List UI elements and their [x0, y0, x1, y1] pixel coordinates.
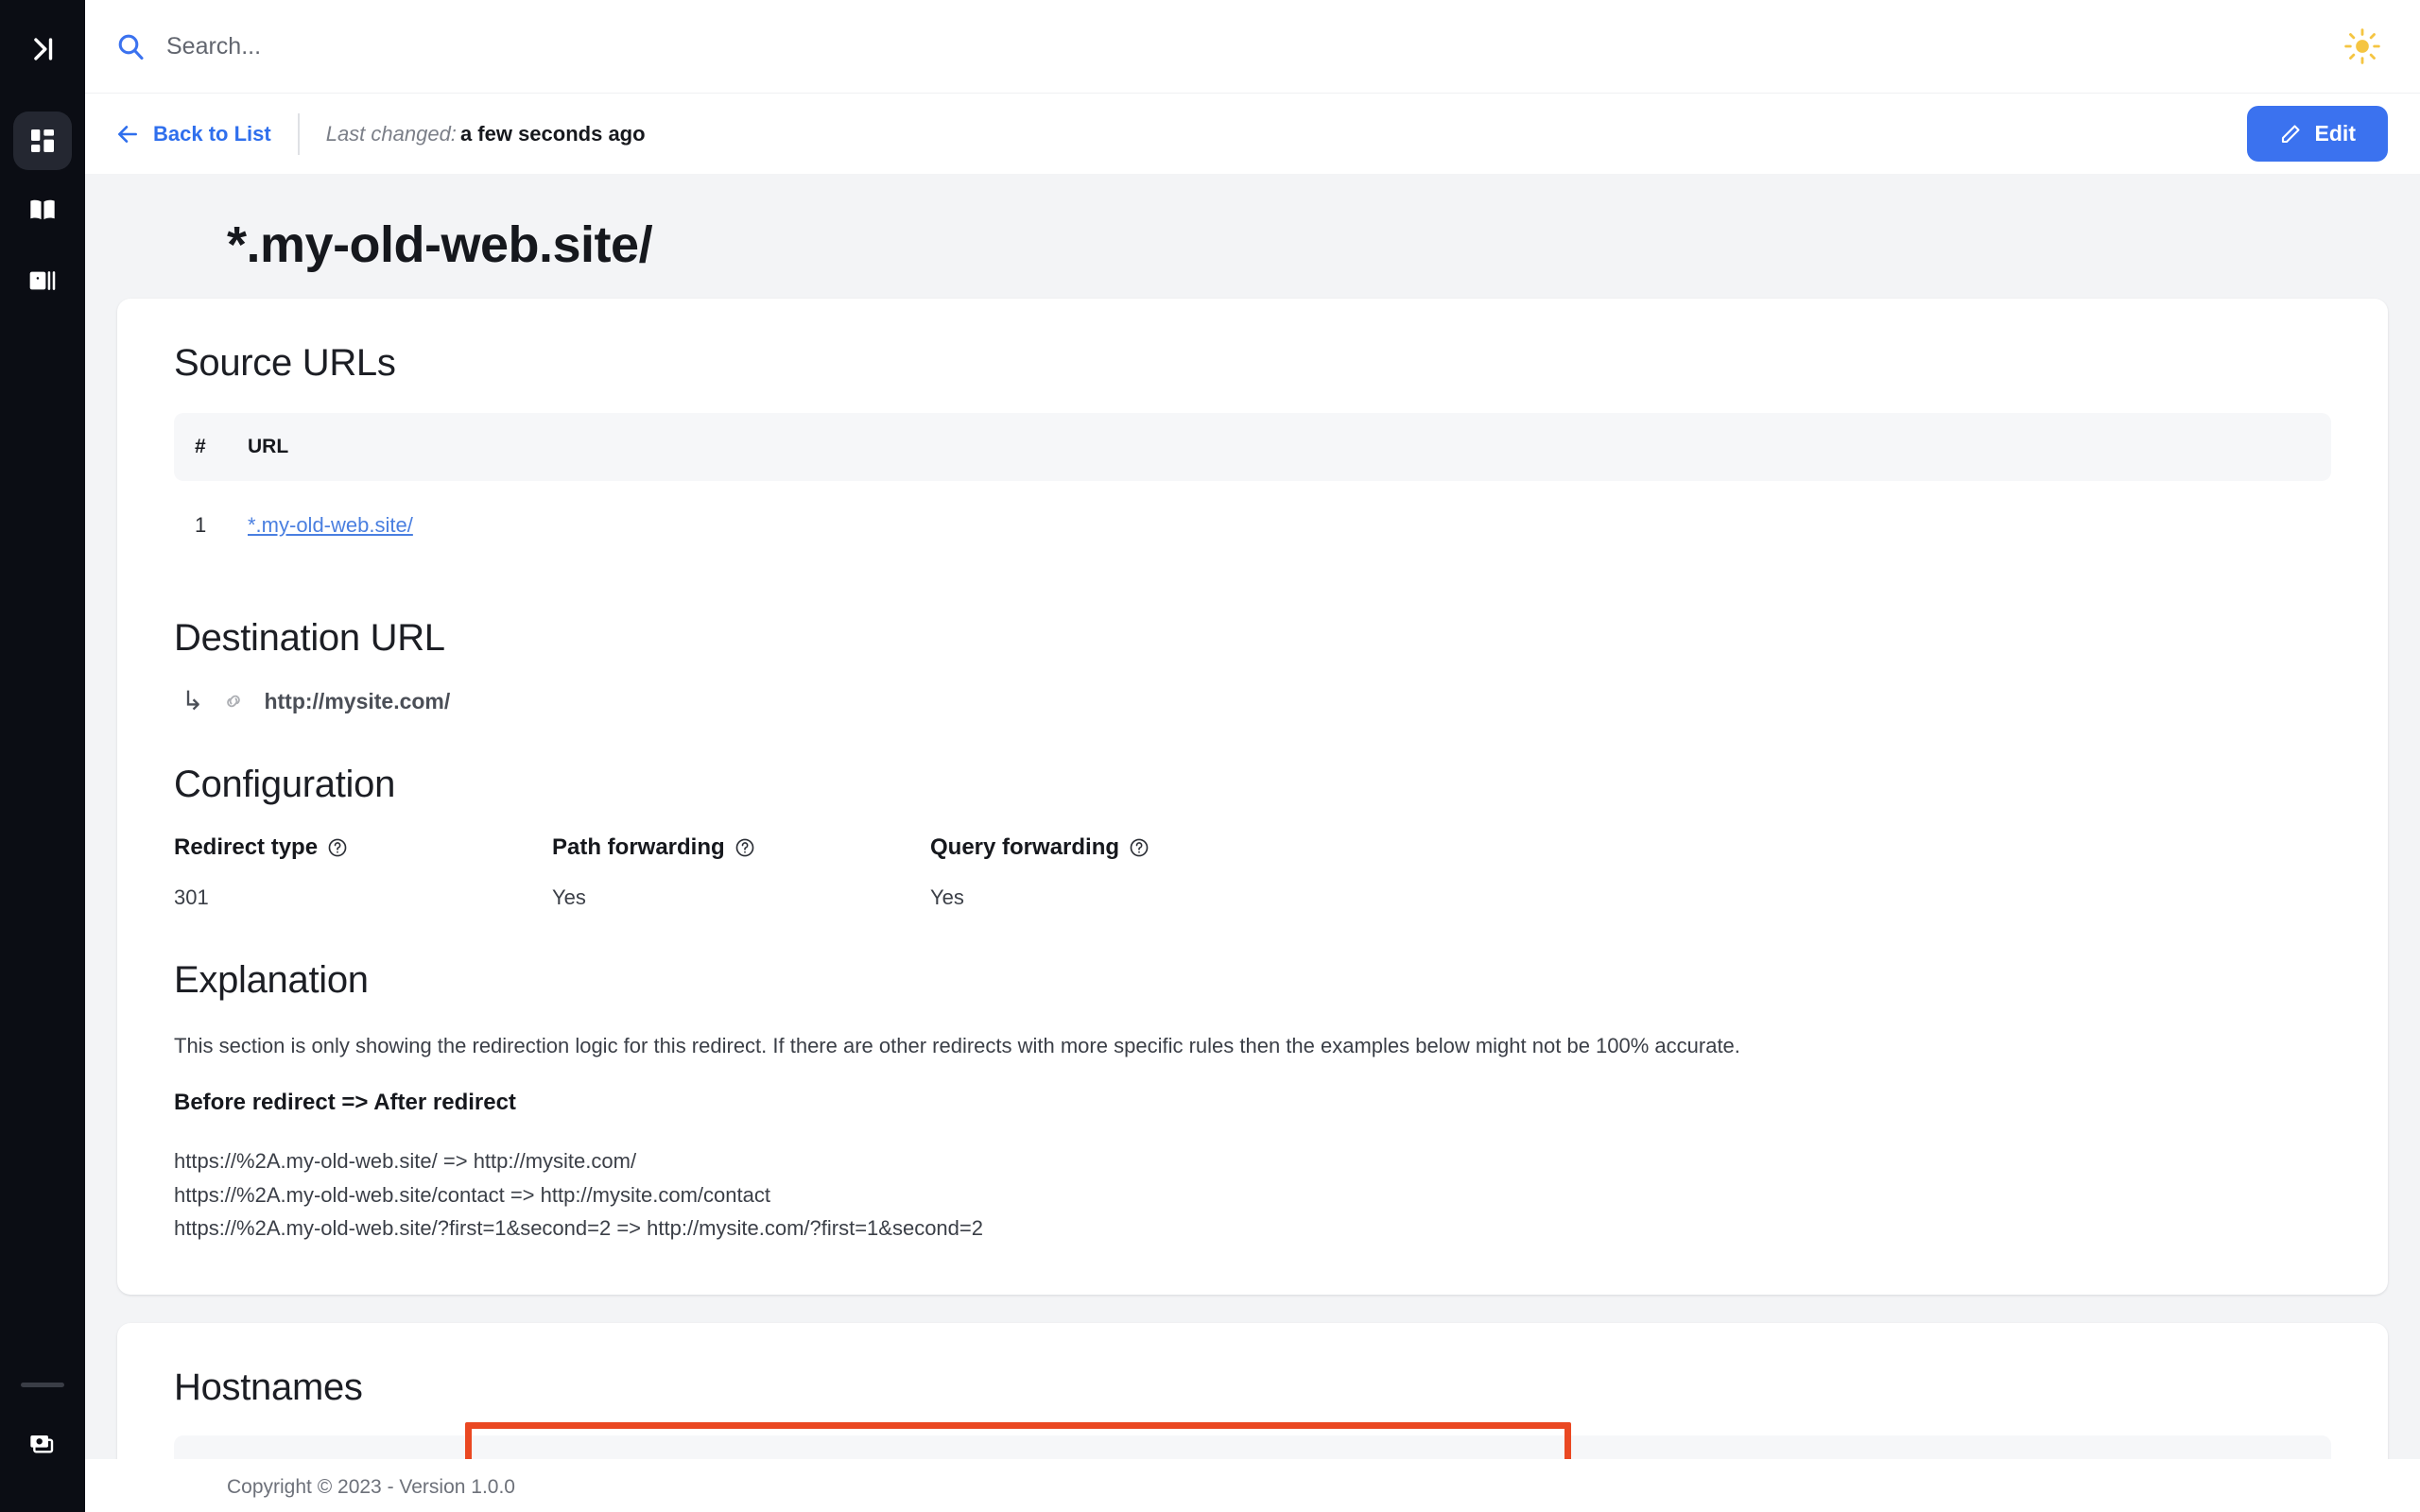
- book-icon: [30, 199, 55, 220]
- config-value-query-forwarding: Yes: [930, 885, 964, 909]
- hostnames-thead: Domain Detected Required DNS status: [174, 1435, 2331, 1459]
- config-label-text: Path forwarding: [552, 834, 725, 860]
- main-area: Back to List Last changed:a few seconds …: [85, 0, 2420, 1512]
- table-row: 1 *.my-old-web.site/: [174, 481, 2331, 570]
- source-url-index: 1: [195, 513, 207, 537]
- arrow-left-icon: [118, 125, 137, 143]
- config-field-redirect-type: Redirect type 301: [174, 834, 552, 910]
- explanation-subheading: Before redirect => After redirect: [174, 1090, 516, 1115]
- last-changed: Last changed: a few seconds ago: [326, 122, 646, 146]
- redirect-detail-card: Source URLs # URL 1 *.my-old-web.site/ D…: [117, 299, 2388, 1295]
- source-urls-table: # URL 1 *.my-old-web.site/: [174, 413, 2331, 570]
- column-header-detected: Detected: [476, 1435, 703, 1459]
- sidebar-item-billing[interactable]: [13, 1416, 72, 1474]
- source-url-link[interactable]: *.my-old-web.site/: [248, 513, 413, 537]
- sidebar: [0, 0, 85, 1512]
- config-field-query-forwarding: Query forwarding Yes: [930, 834, 2331, 910]
- config-label-text: Query forwarding: [930, 834, 1120, 860]
- source-urls-tbody: 1 *.my-old-web.site/: [174, 481, 2331, 570]
- destination-url-value: http://mysite.com/: [264, 688, 451, 713]
- source-url-cell: *.my-old-web.site/: [248, 481, 2331, 570]
- column-header-domain: Domain: [174, 1435, 476, 1459]
- top-bar: [85, 0, 2420, 93]
- last-changed-label: Last changed:: [325, 121, 457, 146]
- content-scroll-area[interactable]: *.my-old-web.site/ Source URLs # URL 1 *…: [85, 174, 2420, 1459]
- sidebar-divider: [21, 1383, 64, 1387]
- config-label-redirect-type: Redirect type: [174, 834, 552, 861]
- search-input[interactable]: [166, 32, 734, 60]
- help-icon[interactable]: [327, 837, 348, 858]
- search-bar[interactable]: [115, 31, 2337, 61]
- example-line: https://%2A.my-old-web.site/contact => h…: [174, 1182, 770, 1207]
- config-field-path-forwarding: Path forwarding Yes: [552, 834, 930, 910]
- explanation-note: This section is only showing the redirec…: [174, 1034, 1740, 1057]
- action-bar: Back to List Last changed: a few seconds …: [85, 93, 2420, 174]
- column-header-url: URL: [248, 413, 2331, 481]
- explanation-heading: Explanation: [174, 959, 369, 1001]
- action-bar-separator: [297, 112, 300, 155]
- example-line: https://%2A.my-old-web.site/ => http://m…: [174, 1149, 637, 1173]
- table-header-row: # URL: [174, 413, 2331, 481]
- explanation-examples: https://%2A.my-old-web.site/ => http://m…: [174, 1144, 2331, 1246]
- column-header-index: #: [174, 413, 248, 481]
- back-to-list-label: Back to List: [153, 121, 271, 146]
- hostnames-heading: Hostnames: [174, 1366, 363, 1408]
- sidebar-bottom: [0, 1383, 85, 1486]
- sun-icon: [2344, 28, 2380, 64]
- corner-arrow-icon: ↳: [182, 686, 204, 715]
- config-value-path-forwarding: Yes: [552, 885, 586, 909]
- app-root: Back to List Last changed:a few seconds …: [0, 0, 2420, 1512]
- edit-button-label: Edit: [2314, 121, 2356, 146]
- config-label-path-forwarding: Path forwarding: [552, 834, 930, 861]
- column-header-required: Required: [703, 1435, 1556, 1459]
- hostnames-table: Domain Detected Required DNS status *.my…: [174, 1435, 2331, 1459]
- configuration-grid: Redirect type 301 Path forwarding Yes Qu…: [174, 834, 2331, 910]
- destination-url-row: ↳ http://mysite.com/: [174, 688, 2331, 714]
- sidebar-item-docs[interactable]: [13, 181, 72, 240]
- last-changed-value: a few seconds ago: [459, 121, 646, 146]
- sidebar-item-contacts[interactable]: [13, 251, 72, 310]
- grid-icon: [31, 129, 54, 152]
- hostnames-card: Hostnames Domain Detected Required DNS s…: [117, 1322, 2388, 1459]
- pencil-icon: [2281, 124, 2300, 143]
- column-header-dns-status: DNS status: [1556, 1435, 2331, 1459]
- footer: Copyright © 2023 - Version 1.0.0: [85, 1459, 2420, 1512]
- theme-toggle-button[interactable]: [2337, 21, 2388, 72]
- source-urls-heading: Source URLs: [174, 342, 396, 384]
- collapse-icon: [34, 38, 53, 60]
- config-label-text: Redirect type: [174, 834, 319, 860]
- help-icon[interactable]: [735, 837, 755, 858]
- id-card-icon: [29, 271, 56, 290]
- config-label-query-forwarding: Query forwarding: [930, 834, 2331, 861]
- cards-icon: [30, 1435, 54, 1453]
- sidebar-item-dashboard[interactable]: [13, 112, 72, 170]
- back-to-list-link[interactable]: Back to List: [115, 122, 298, 146]
- config-value-redirect-type: 301: [174, 885, 209, 909]
- configuration-heading: Configuration: [174, 764, 396, 805]
- destination-url-heading: Destination URL: [174, 617, 445, 659]
- search-icon: [115, 31, 146, 61]
- help-icon[interactable]: [1129, 837, 1150, 858]
- page-title: *.my-old-web.site/: [227, 216, 653, 273]
- edit-button[interactable]: Edit: [2246, 106, 2388, 162]
- source-urls-thead: # URL: [174, 413, 2331, 481]
- table-header-row: Domain Detected Required DNS status: [174, 1435, 2331, 1459]
- collapse-sidebar-button[interactable]: [16, 23, 69, 76]
- link-icon: [222, 690, 245, 713]
- example-line: https://%2A.my-old-web.site/?first=1&sec…: [174, 1216, 983, 1241]
